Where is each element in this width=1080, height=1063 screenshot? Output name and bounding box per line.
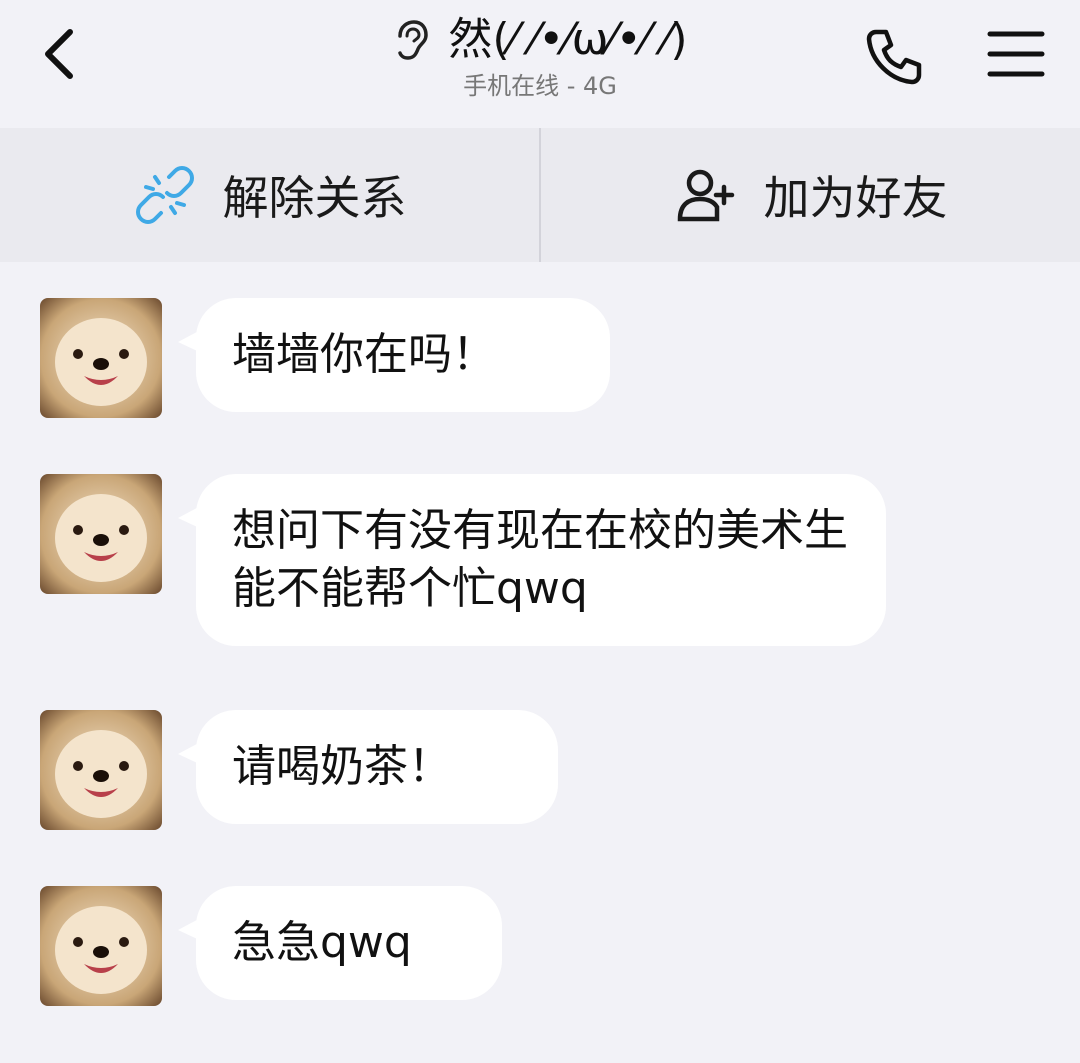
contact-name: 然(⁄ ⁄•⁄ω⁄•⁄ ⁄) [448,14,688,65]
bubble-tail [178,502,208,532]
dog-avatar-image [40,710,162,830]
phone-icon [866,29,922,85]
hamburger-menu-icon [987,31,1045,77]
avatar[interactable] [40,474,162,594]
relationship-action-bar: 解除关系 加为好友 [0,128,1080,262]
message-list[interactable]: 墙墙你在吗！ 想问下有没有现在在校的美术生能不能帮个忙qwq 请喝奶茶！ 急急q… [0,262,1080,1063]
avatar[interactable] [40,886,162,1006]
unlink-chain-icon [135,166,194,224]
message-text: 墙墙你在吗！ [232,329,496,380]
message-text: 请喝奶茶！ [232,741,452,792]
message-text: 急急qwq [232,917,412,968]
bubble-tail [178,326,208,356]
unlink-button[interactable]: 解除关系 [0,128,539,262]
message-bubble[interactable]: 急急qwq [178,886,502,1000]
dog-avatar-image [40,474,162,594]
bubble-tail [178,914,208,944]
dog-avatar-image [40,886,162,1006]
add-user-icon [677,169,734,222]
chat-header: 然(⁄ ⁄•⁄ω⁄•⁄ ⁄) 手机在线 - 4G [0,0,1080,128]
menu-button[interactable] [986,26,1046,82]
bubble-tail [178,738,208,768]
avatar[interactable] [40,298,162,418]
message-bubble[interactable]: 想问下有没有现在在校的美术生能不能帮个忙qwq [178,474,886,646]
message-bubble[interactable]: 墙墙你在吗！ [178,298,610,412]
dog-avatar-image [40,298,162,418]
call-button[interactable] [862,24,926,88]
add-friend-button[interactable]: 加为好友 [541,128,1080,262]
message-text: 想问下有没有现在在校的美术生能不能帮个忙qwq [232,505,848,614]
message-bubble[interactable]: 请喝奶茶！ [178,710,558,824]
ear-icon[interactable] [392,18,430,62]
add-friend-label: 加为好友 [763,171,948,225]
unlink-label: 解除关系 [222,171,407,225]
avatar[interactable] [40,710,162,830]
